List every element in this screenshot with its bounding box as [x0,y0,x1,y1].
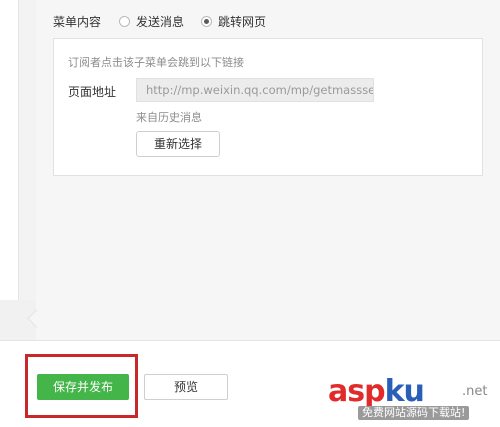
save-and-publish-button[interactable]: 保存并发布 [37,374,129,400]
link-hint-text: 订阅者点击该子菜单会跳到以下链接 [68,56,244,69]
radio-jump-webpage-label: 跳转网页 [218,14,267,29]
watermark-slogan: 免费网站源码下载站! [358,406,470,420]
page-address-field[interactable]: http://mp.weixin.qq.com/mp/getmasssen [136,78,374,102]
watermark-asp: asp [328,374,386,409]
source-note: 来自历史消息 [136,111,202,124]
menu-content-row: 菜单内容 发送消息 跳转网页 [53,11,283,31]
watermark-logo: aspku [328,374,425,409]
radio-checked-icon [201,15,213,27]
radio-unchecked-icon [119,15,131,27]
watermark-ku: ku [384,374,425,409]
radio-send-message-label: 发送消息 [136,14,185,29]
radio-send-message[interactable]: 发送消息 [119,13,184,30]
menu-content-label: 菜单内容 [53,14,102,29]
preview-button[interactable]: 预览 [144,374,228,400]
reselect-button[interactable]: 重新选择 [136,131,220,157]
page-address-label: 页面地址 [68,85,117,99]
site-watermark: aspku .net 免费网站源码下载站! [328,374,500,426]
watermark-tld: .net [462,384,488,399]
menu-editor-left-panel [0,0,37,340]
link-settings-box: 订阅者点击该子菜单会跳到以下链接 页面地址 http://mp.weixin.q… [53,38,483,176]
radio-jump-webpage[interactable]: 跳转网页 [201,13,266,30]
left-panel-strip [0,0,19,300]
